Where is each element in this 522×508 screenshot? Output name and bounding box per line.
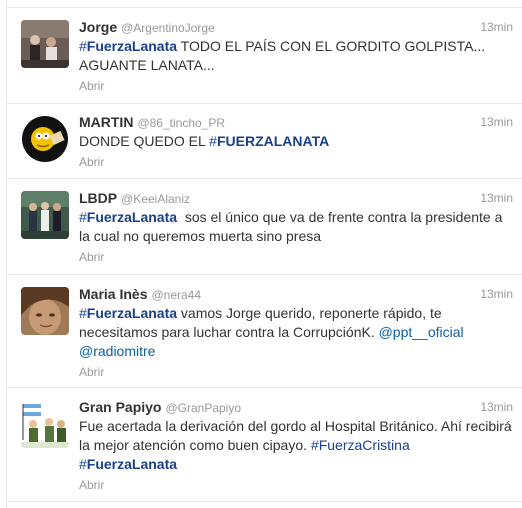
- tweet-item[interactable]: Jorge @ArgentinoJorge 13min #FuerzaLanata…: [7, 8, 522, 104]
- author-handle[interactable]: @GranPapiyo: [165, 401, 241, 415]
- hashtag-link[interactable]: #FuerzaCristina: [311, 437, 410, 453]
- author-handle[interactable]: @KeeiAlaniz: [121, 192, 190, 206]
- author-handle[interactable]: @ArgentinoJorge: [121, 21, 215, 35]
- tweet-timestamp[interactable]: 13min: [480, 113, 513, 131]
- author-name[interactable]: Gran Papiyo: [79, 399, 161, 415]
- tweet-text: #FuerzaLanata vamos Jorge querido, repon…: [79, 305, 464, 359]
- hashtag-link[interactable]: #FuerzaLanata: [79, 305, 177, 321]
- tweet-timestamp[interactable]: 13min: [480, 18, 513, 36]
- cartoon-soldiers-flag-avatar[interactable]: [21, 400, 69, 448]
- author-handle[interactable]: @86_tincho_PR: [137, 116, 225, 130]
- friends-photo-avatar[interactable]: [21, 191, 69, 239]
- author-name[interactable]: Jorge: [79, 19, 117, 35]
- open-action[interactable]: Abrir: [79, 365, 517, 379]
- tweet-item[interactable]: Gran Papiyo @GranPapiyo 13min Fue acertad…: [7, 388, 522, 502]
- cartoon-character-avatar[interactable]: [21, 115, 69, 163]
- mention-link[interactable]: @radiomitre: [79, 343, 155, 359]
- tweet-text: DONDE QUEDO EL #FUERZALANATA: [79, 133, 330, 149]
- group-photo-avatar[interactable]: [21, 20, 69, 68]
- hashtag-link[interactable]: #FuerzaLanata: [79, 456, 177, 472]
- tweet-timestamp[interactable]: 13min: [480, 285, 513, 303]
- hashtag-link[interactable]: #FuerzaLanata: [79, 38, 177, 54]
- tweet-timestamp[interactable]: 13min: [480, 398, 513, 416]
- tweet-item[interactable]: Maria Inès @nera44 13min #FuerzaLanata va…: [7, 275, 522, 388]
- tweet-item[interactable]: LBDP @KeeiAlaniz 13min #FuerzaLanata sos …: [7, 179, 522, 275]
- tweet-text: #FuerzaLanata sos el único que va de fre…: [79, 209, 507, 244]
- open-action[interactable]: Abrir: [79, 155, 517, 169]
- open-action[interactable]: Abrir: [79, 478, 517, 492]
- author-handle[interactable]: @nera44: [151, 288, 201, 302]
- open-action[interactable]: Abrir: [79, 79, 517, 93]
- open-action[interactable]: Abrir: [79, 250, 517, 264]
- tweet-item[interactable]: MARTIN @86_tincho_PR 13min DONDE QUEDO EL…: [7, 104, 522, 179]
- tweet-stream: Jorge @ArgentinoJorge 13min #FuerzaLanata…: [6, 0, 522, 508]
- portrait-photo-avatar[interactable]: [21, 287, 69, 335]
- hashtag-link[interactable]: #FUERZALANATA: [209, 133, 329, 149]
- mention-link[interactable]: @ppt__oficial: [379, 324, 464, 340]
- author-name[interactable]: LBDP: [79, 190, 117, 206]
- hashtag-link[interactable]: #FuerzaLanata: [79, 209, 177, 225]
- author-name[interactable]: MARTIN: [79, 114, 133, 130]
- author-name[interactable]: Maria Inès: [79, 286, 147, 302]
- tweet-text: Fue acertada la derivación del gordo al …: [79, 418, 512, 472]
- tweet-timestamp[interactable]: 13min: [480, 189, 513, 207]
- tweet-text: #FuerzaLanata TODO EL PAÍS CON EL GORDIT…: [79, 38, 486, 73]
